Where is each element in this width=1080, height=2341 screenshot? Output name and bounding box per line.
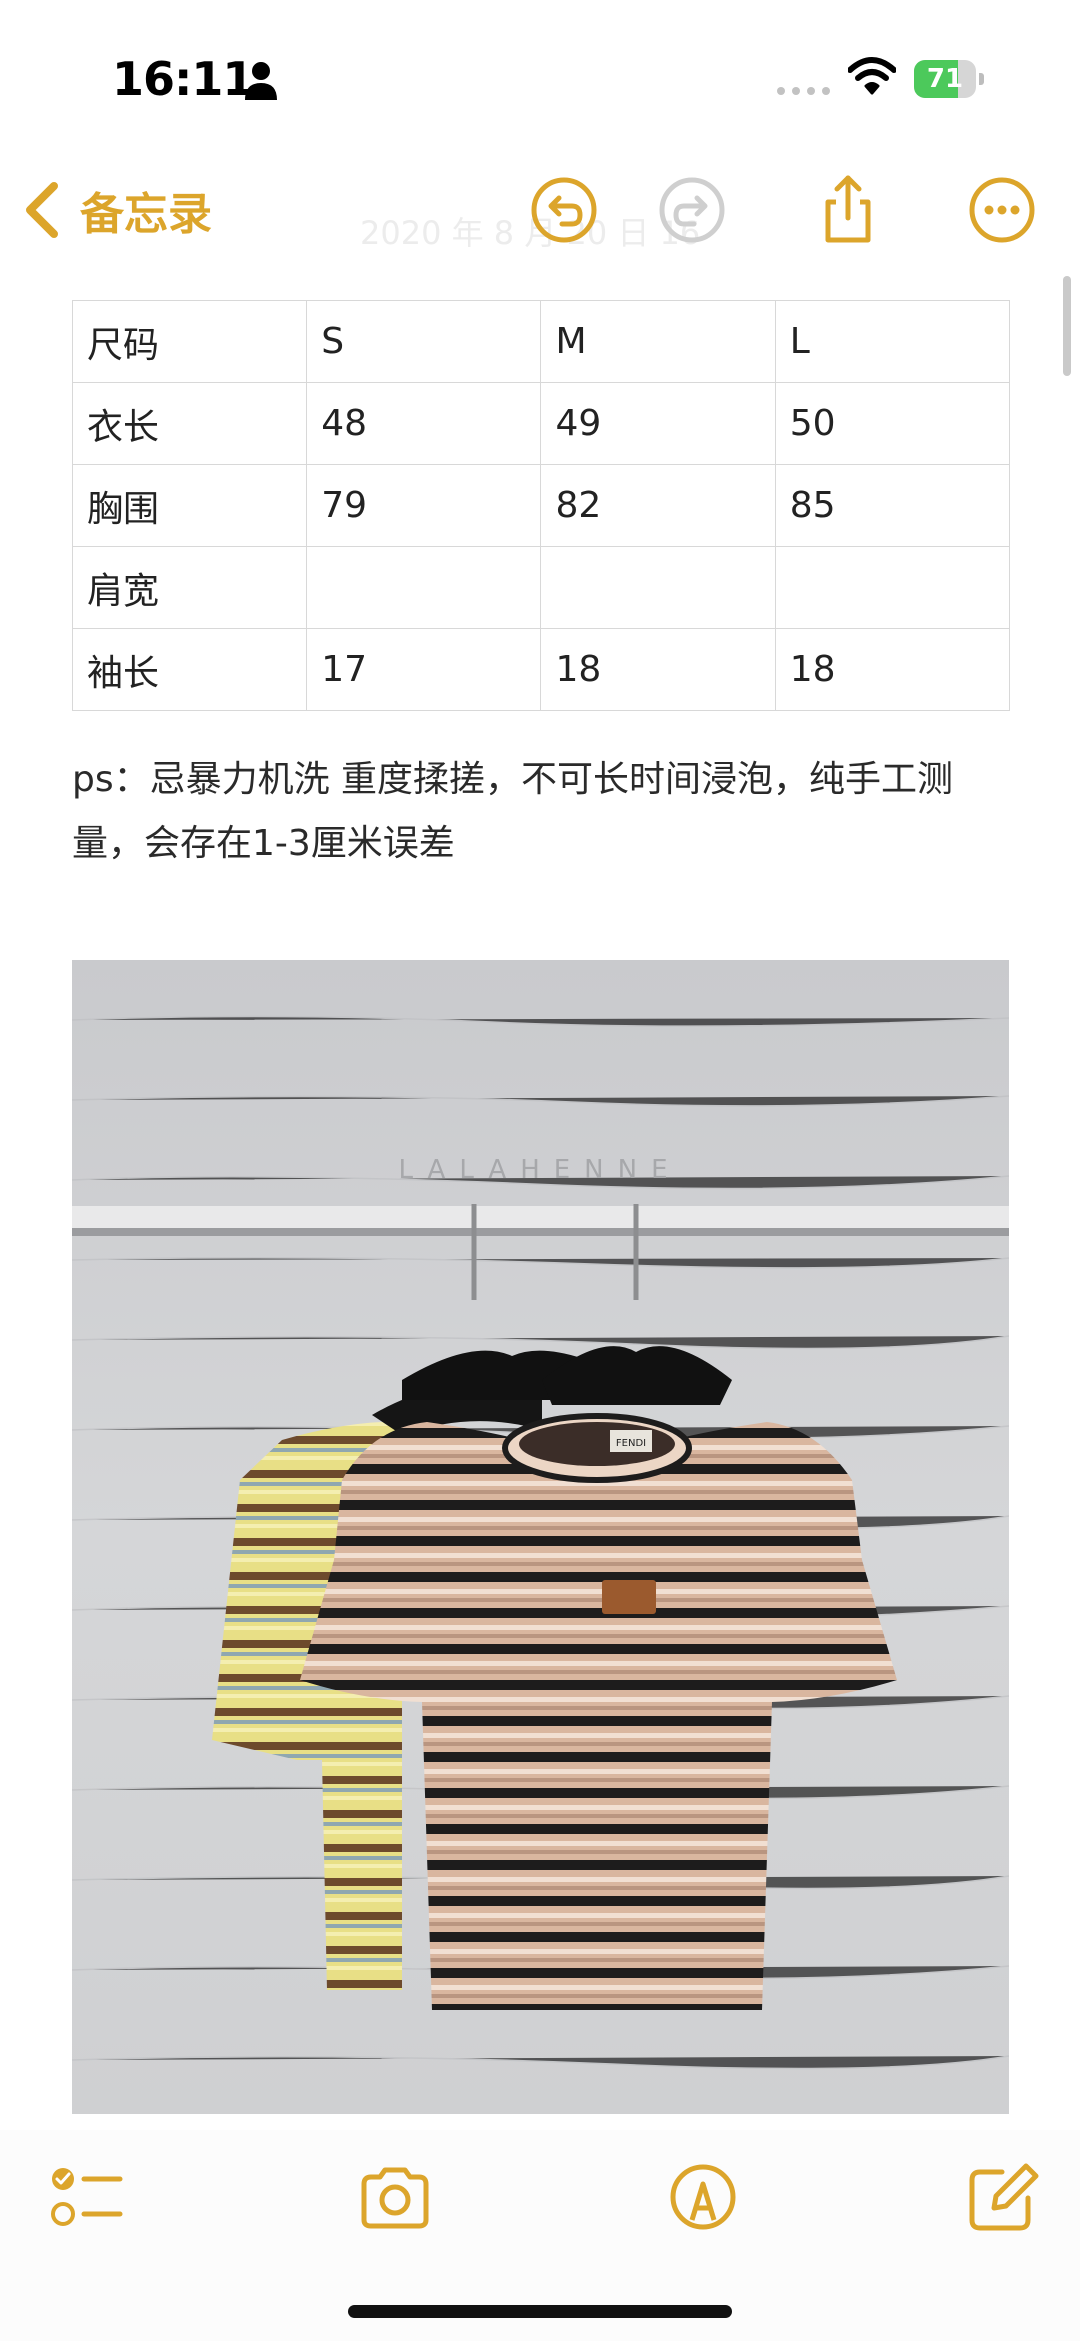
table-cell[interactable] — [774, 546, 1011, 629]
battery-icon: 71 — [914, 60, 986, 98]
redo-icon[interactable] — [656, 174, 728, 246]
table-cell[interactable]: 17 — [306, 628, 542, 711]
back-button[interactable]: 备忘录 — [22, 178, 212, 242]
table-cell[interactable]: 50 — [774, 382, 1011, 465]
table-cell[interactable]: 49 — [540, 382, 776, 465]
note-text[interactable]: ps：忌暴力机洗 重度揉搓，不可长时间浸泡，纯手工测量，会存在1-3厘米误差 — [72, 748, 1012, 876]
table-cell[interactable]: S — [306, 300, 542, 383]
table-cell[interactable]: 79 — [306, 464, 542, 547]
chevron-left-icon — [26, 182, 58, 238]
scroll-indicator[interactable] — [1063, 276, 1071, 376]
table-row-header[interactable]: 袖长 — [71, 628, 308, 711]
table-cell[interactable]: 48 — [306, 382, 542, 465]
share-icon[interactable] — [812, 174, 884, 246]
table-row: 衣长 48 49 50 — [71, 382, 1011, 465]
status-bar: 16:11 71 — [0, 0, 1080, 150]
size-table: 尺码 S M L 衣长 48 49 50 胸围 79 82 85 肩宽 袖长 17 18 18 — [71, 300, 1011, 711]
table-cell[interactable]: 18 — [540, 628, 776, 711]
table-cell[interactable]: L — [774, 300, 1011, 383]
table-cell[interactable]: M — [540, 300, 776, 383]
table-row: 胸围 79 82 85 — [71, 464, 1011, 547]
photo-watermark: LALAHENNE — [398, 1155, 681, 1185]
home-indicator[interactable] — [348, 2305, 732, 2318]
table-row: 袖长 17 18 18 — [71, 628, 1011, 711]
undo-icon[interactable] — [528, 174, 600, 246]
table-cell[interactable] — [540, 546, 776, 629]
back-label: 备忘录 — [80, 189, 212, 240]
more-options-icon[interactable] — [966, 174, 1038, 246]
table-cell[interactable]: 82 — [540, 464, 776, 547]
product-photo[interactable]: LALAHENNE FENDI — [72, 960, 1009, 2114]
table-cell[interactable] — [306, 546, 542, 629]
table-row: 尺码 S M L — [71, 300, 1011, 383]
table-row: 肩宽 — [71, 546, 1011, 629]
markup-icon[interactable] — [666, 2162, 740, 2232]
wifi-icon — [848, 57, 896, 95]
table-row-header[interactable]: 肩宽 — [71, 546, 308, 629]
navigation-bar: 备忘录 2020 年 8 月 20 日 16 — [0, 150, 1080, 270]
table-row-header[interactable]: 胸围 — [71, 464, 308, 547]
table-row-header[interactable]: 衣长 — [71, 382, 308, 465]
table-cell[interactable]: 85 — [774, 464, 1011, 547]
status-time: 16:11 — [112, 52, 254, 106]
person-icon — [245, 62, 277, 100]
cellular-signal-icon — [777, 87, 830, 95]
camera-icon[interactable] — [358, 2162, 432, 2232]
table-cell[interactable]: 18 — [774, 628, 1011, 711]
battery-percent: 71 — [926, 64, 964, 94]
checklist-icon[interactable] — [50, 2162, 124, 2232]
brand-label: FENDI — [616, 1438, 646, 1449]
compose-icon[interactable] — [966, 2162, 1040, 2232]
table-row-header[interactable]: 尺码 — [71, 300, 308, 383]
